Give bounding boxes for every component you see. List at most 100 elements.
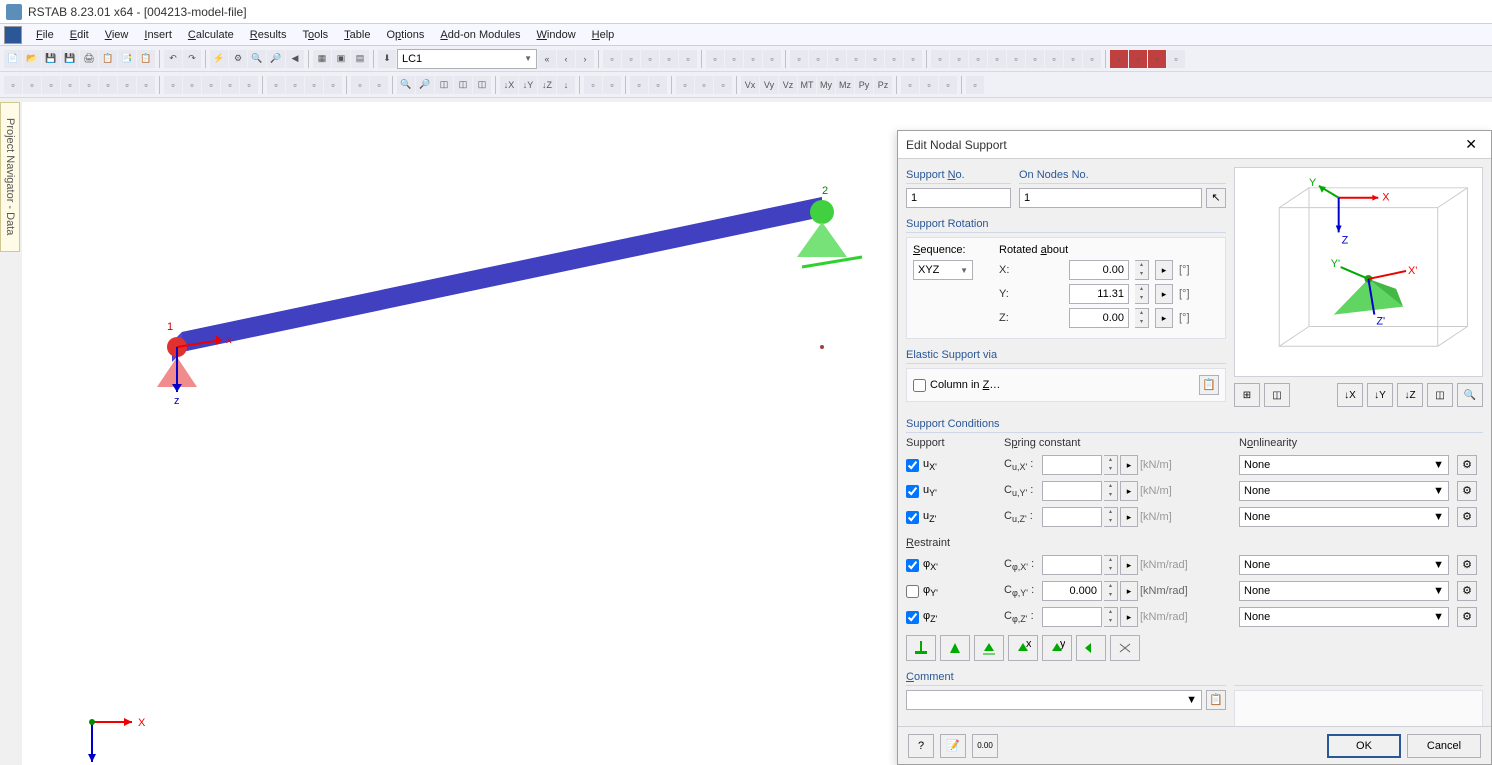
tb2-26[interactable]: ▫ (603, 76, 621, 94)
tb2-30[interactable]: ▫ (695, 76, 713, 94)
tb-c3[interactable]: ▫ (969, 50, 987, 68)
cux-menu[interactable]: ▸ (1120, 455, 1138, 475)
comment-combo[interactable]: ▼ (906, 690, 1202, 710)
tb-d2[interactable]: ▫ (1129, 50, 1147, 68)
tb-a2[interactable]: ▫ (725, 50, 743, 68)
tb2-24[interactable]: ◫ (473, 76, 491, 94)
phix-nonlin-combo[interactable]: None▼ (1239, 555, 1449, 575)
preview-view-z[interactable]: ↓Z (1397, 383, 1423, 407)
tb2-20[interactable]: 🔍 (397, 76, 415, 94)
preview-view-y[interactable]: ↓Y (1367, 383, 1393, 407)
elastic-edit-button[interactable]: 📋 (1199, 375, 1219, 395)
cphix-menu[interactable]: ▸ (1120, 555, 1138, 575)
phix-edit-button[interactable]: ⚙ (1457, 555, 1477, 575)
tb-c7[interactable]: ▫ (1045, 50, 1063, 68)
rot-z-input[interactable] (1069, 308, 1129, 328)
tb-a4[interactable]: ▫ (763, 50, 781, 68)
tb2-11[interactable]: ▫ (202, 76, 220, 94)
tb-r2[interactable]: ▫ (622, 50, 640, 68)
tb2-vz2[interactable]: Vz (779, 76, 797, 94)
pick-nodes-button[interactable]: ↖ (1206, 188, 1226, 208)
tb-b7[interactable]: ▫ (904, 50, 922, 68)
phiz-nonlin-combo[interactable]: None▼ (1239, 607, 1449, 627)
rot-y-spinner[interactable]: ▴▾ (1135, 284, 1149, 304)
tb2-34[interactable]: ▫ (939, 76, 957, 94)
tb2-23[interactable]: ◫ (454, 76, 472, 94)
phiy-nonlin-combo[interactable]: None▼ (1239, 581, 1449, 601)
uy-checkbox[interactable]: uY' (906, 484, 996, 498)
tb-b6[interactable]: ▫ (885, 50, 903, 68)
uz-checkbox[interactable]: uZ' (906, 510, 996, 524)
tb2-10[interactable]: ▫ (183, 76, 201, 94)
ux-edit-button[interactable]: ⚙ (1457, 455, 1477, 475)
column-in-z-checkbox[interactable]: Column in Z… (913, 379, 1000, 392)
menu-addon[interactable]: Add-on Modules (432, 27, 528, 43)
menu-file[interactable]: File (28, 27, 62, 43)
tb2-32[interactable]: ▫ (901, 76, 919, 94)
tb2-mz[interactable]: Mz (836, 76, 854, 94)
tb2-18[interactable]: ▫ (351, 76, 369, 94)
tb-zoom[interactable]: 🔍 (248, 50, 266, 68)
phiy-checkbox[interactable]: φY' (906, 584, 996, 598)
tb2-vx2[interactable]: Vx (741, 76, 759, 94)
preview-view-iso[interactable]: ◫ (1427, 383, 1453, 407)
tb-b2[interactable]: ▫ (809, 50, 827, 68)
tb-r5[interactable]: ▫ (679, 50, 697, 68)
tb2-14[interactable]: ▫ (267, 76, 285, 94)
preview-view-fit[interactable]: 🔍 (1457, 383, 1483, 407)
tb-nav-first[interactable]: « (538, 50, 556, 68)
tb2-35[interactable]: ▫ (966, 76, 984, 94)
sequence-combo[interactable]: XYZ ▼ (913, 260, 973, 280)
ok-button[interactable]: OK (1327, 734, 1401, 758)
tb2-12[interactable]: ▫ (221, 76, 239, 94)
tb-paste[interactable]: 📋 (137, 50, 155, 68)
tb2-iso[interactable]: ↓ (557, 76, 575, 94)
tb2-6[interactable]: ▫ (99, 76, 117, 94)
tb-save[interactable]: 💾 (42, 50, 60, 68)
phiz-edit-button[interactable]: ⚙ (1457, 607, 1477, 627)
tb2-29[interactable]: ▫ (676, 76, 694, 94)
cuy-menu[interactable]: ▸ (1120, 481, 1138, 501)
tb2-27[interactable]: ▫ (630, 76, 648, 94)
tb-new[interactable]: 📄 (4, 50, 22, 68)
tb-c6[interactable]: ▫ (1026, 50, 1044, 68)
uz-nonlin-combo[interactable]: None▼ (1239, 507, 1449, 527)
support-type-none[interactable] (1110, 635, 1140, 661)
comment-library-button[interactable]: 📋 (1206, 690, 1226, 710)
uy-edit-button[interactable]: ⚙ (1457, 481, 1477, 501)
ux-nonlin-combo[interactable]: None▼ (1239, 455, 1449, 475)
tb2-9[interactable]: ▫ (164, 76, 182, 94)
tb2-mt[interactable]: MT (798, 76, 816, 94)
tb-view1[interactable]: ▦ (313, 50, 331, 68)
menu-insert[interactable]: Insert (136, 27, 180, 43)
tb2-33[interactable]: ▫ (920, 76, 938, 94)
tb-undo[interactable]: ↶ (164, 50, 182, 68)
help-button[interactable]: ? (908, 734, 934, 758)
menu-table[interactable]: Table (336, 27, 378, 43)
support-type-free[interactable] (1076, 635, 1106, 661)
tb-c2[interactable]: ▫ (950, 50, 968, 68)
tb2-16[interactable]: ▫ (305, 76, 323, 94)
tb2-2[interactable]: ▫ (23, 76, 41, 94)
preview-btn-2[interactable]: ◫ (1264, 383, 1290, 407)
tb2-13[interactable]: ▫ (240, 76, 258, 94)
tb-d1[interactable]: ▫ (1110, 50, 1128, 68)
close-icon[interactable]: ✕ (1459, 136, 1483, 153)
support-type-hinged[interactable] (940, 635, 970, 661)
app-menu-icon[interactable] (4, 26, 22, 44)
support-type-roller-y[interactable]: x (1008, 635, 1038, 661)
cuz-menu[interactable]: ▸ (1120, 507, 1138, 527)
units-button[interactable]: 0.00 (972, 734, 998, 758)
tb2-8[interactable]: ▫ (137, 76, 155, 94)
tb-c4[interactable]: ▫ (988, 50, 1006, 68)
rot-x-menu[interactable]: ▸ (1155, 260, 1173, 280)
phiz-checkbox[interactable]: φZ' (906, 610, 996, 624)
phiy-edit-button[interactable]: ⚙ (1457, 581, 1477, 601)
tb2-py[interactable]: Py (855, 76, 873, 94)
tb-calc2[interactable]: ⚙ (229, 50, 247, 68)
tb-saveall[interactable]: 💾 (61, 50, 79, 68)
tb-c5[interactable]: ▫ (1007, 50, 1025, 68)
tb-r4[interactable]: ▫ (660, 50, 678, 68)
menu-view[interactable]: View (97, 27, 137, 43)
tb-b4[interactable]: ▫ (847, 50, 865, 68)
